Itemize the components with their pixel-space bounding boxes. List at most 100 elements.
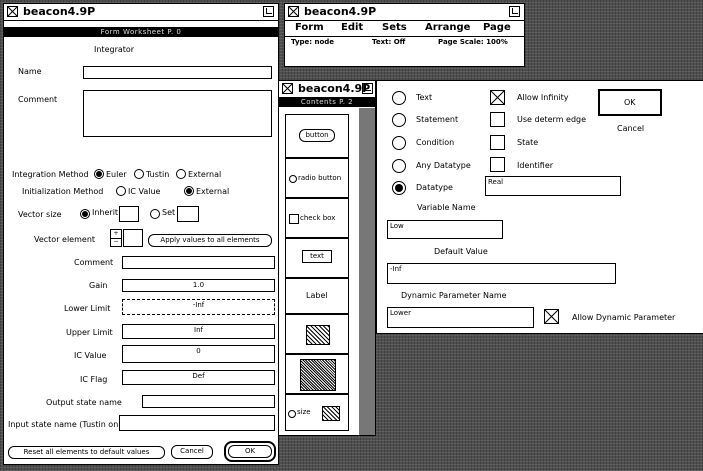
- edit-window-titlebar[interactable]: beacon4.9P: [285, 4, 524, 21]
- palette-window-titlebar[interactable]: beacon4.9P: [279, 81, 375, 98]
- inherit-radio[interactable]: [80, 209, 90, 219]
- resize-icon[interactable]: [263, 6, 274, 17]
- datatype-radio-text[interactable]: [392, 91, 406, 105]
- close-icon[interactable]: [288, 6, 299, 17]
- stepper-down-icon[interactable]: −: [111, 238, 121, 246]
- palette-window: beacon4.9P Contents P. 2 button radio bu…: [278, 80, 376, 436]
- properties-ok-button[interactable]: OK: [624, 98, 636, 107]
- ok-button-frame[interactable]: OK: [598, 89, 662, 116]
- ok-button[interactable]: OK: [228, 445, 272, 458]
- datatype-radio-datatype[interactable]: [392, 181, 406, 195]
- palette-item-radio[interactable]: radio button: [285, 158, 349, 198]
- menu-sets[interactable]: Sets: [382, 22, 407, 33]
- page-scale-status: Page Scale: 100%: [438, 38, 508, 46]
- set-label: Set: [162, 208, 176, 217]
- close-icon[interactable]: [282, 83, 293, 94]
- cancel-button[interactable]: Cancel: [171, 445, 213, 459]
- palette-item-stepper[interactable]: [285, 314, 349, 354]
- palette-item-text[interactable]: text: [285, 238, 349, 278]
- tustin-radio[interactable]: [134, 169, 144, 179]
- menu-arrange[interactable]: Arrange: [425, 22, 470, 33]
- state-label: State: [517, 138, 539, 147]
- palette-radio-label: radio button: [298, 174, 342, 182]
- ic-flag-field[interactable]: Def: [122, 370, 275, 385]
- upper-limit-field[interactable]: Inf: [122, 324, 275, 339]
- ic-value-field[interactable]: 0: [122, 345, 275, 363]
- identifier-label: Identifier: [517, 161, 554, 170]
- dynamic-param-value: Lower: [390, 309, 411, 317]
- close-icon[interactable]: [7, 6, 18, 17]
- input-state-field[interactable]: [119, 415, 275, 431]
- use-determ-edge-label: Use determ edge: [517, 115, 587, 124]
- checkmark-x-icon: [491, 91, 504, 104]
- menu-bar: Form Edit Sets Arrange Page: [285, 20, 524, 37]
- form-worksheet-window: beacon4.9P Form Worksheet P. 0 Integrato…: [3, 3, 279, 465]
- form-window-titlebar[interactable]: beacon4.9P: [4, 4, 278, 21]
- init-method-label: Initialization Method: [22, 187, 104, 196]
- apply-all-button[interactable]: Apply values to all elements: [148, 234, 272, 247]
- ic-value-option-label: IC Value: [128, 187, 161, 196]
- vector-element-field[interactable]: [123, 229, 143, 247]
- stepper-widget-icon: [306, 325, 330, 345]
- dynamic-param-field[interactable]: Lower: [387, 307, 534, 328]
- name-label: Name: [18, 67, 42, 76]
- status-bar: Type: node Text: Off Page Scale: 100%: [285, 37, 524, 49]
- palette-item-label[interactable]: Label: [285, 278, 349, 314]
- identifier-checkbox[interactable]: [490, 157, 505, 172]
- palette-item-button[interactable]: button: [285, 114, 349, 158]
- datatype-radio-statement[interactable]: [392, 113, 406, 127]
- external-init-radio[interactable]: [184, 186, 194, 196]
- type-status: Type: node: [291, 38, 335, 46]
- comment-label: Comment: [18, 95, 58, 104]
- set-size-field[interactable]: [177, 206, 199, 222]
- contents-banner: Contents P. 2: [279, 97, 375, 107]
- resize-icon[interactable]: [509, 6, 520, 17]
- output-state-field[interactable]: [142, 395, 275, 408]
- dynamic-param-label: Dynamic Parameter Name: [401, 291, 507, 300]
- euler-radio[interactable]: [94, 169, 104, 179]
- window-title: beacon4.9P: [304, 5, 377, 18]
- menu-form[interactable]: Form: [295, 22, 324, 33]
- external-integration-radio[interactable]: [176, 169, 186, 179]
- row-label-upper-limit: Upper Limit: [66, 328, 113, 337]
- lower-limit-field[interactable]: -Inf: [122, 299, 275, 315]
- external-init-label: External: [196, 187, 230, 196]
- state-checkbox[interactable]: [490, 135, 505, 150]
- name-field[interactable]: [83, 66, 272, 79]
- inherit-size-field[interactable]: [119, 206, 139, 222]
- palette-item-checkbox[interactable]: check box: [285, 198, 349, 238]
- palette-size-label: size: [297, 408, 311, 416]
- palette-scroll-track[interactable]: [359, 108, 375, 435]
- datatype-radio-condition[interactable]: [392, 136, 406, 150]
- datatype-field[interactable]: Real: [485, 176, 621, 196]
- allow-infinity-checkbox[interactable]: [490, 90, 505, 105]
- variable-name-label: Variable Name: [417, 203, 476, 212]
- menu-page[interactable]: Page: [483, 22, 511, 33]
- external-integration-label: External: [188, 170, 222, 179]
- panel-widget-icon: [300, 359, 336, 391]
- inherit-label: Inherit: [92, 208, 119, 217]
- datatype-radio-any[interactable]: [392, 159, 406, 173]
- vector-element-stepper[interactable]: + −: [110, 229, 122, 247]
- allow-dynamic-param-checkbox[interactable]: [544, 309, 559, 324]
- edit-window: beacon4.9P Form Edit Sets Arrange Page T…: [284, 3, 525, 67]
- set-radio[interactable]: [150, 209, 160, 219]
- resize-icon[interactable]: [362, 83, 373, 94]
- palette-item-panel[interactable]: [285, 354, 349, 394]
- window-title: beacon4.9P: [23, 5, 96, 18]
- default-value-field[interactable]: -Inf: [387, 263, 616, 284]
- ic-value-radio[interactable]: [116, 186, 126, 196]
- palette-checkbox-icon: [289, 214, 299, 224]
- variable-name-field[interactable]: Low: [387, 220, 503, 239]
- gain-field[interactable]: 1.0: [122, 279, 275, 292]
- comment-textarea[interactable]: [83, 90, 272, 137]
- use-determ-edge-checkbox[interactable]: [490, 112, 505, 127]
- reset-defaults-button[interactable]: Reset all elements to default values: [8, 446, 165, 459]
- menu-edit[interactable]: Edit: [341, 22, 363, 33]
- ok-button-frame[interactable]: OK: [224, 441, 276, 462]
- allow-infinity-label: Allow Infinity: [517, 93, 569, 102]
- palette-item-size[interactable]: size: [285, 394, 349, 431]
- row-comment-field[interactable]: [122, 256, 275, 269]
- properties-cancel-button[interactable]: Cancel: [617, 124, 644, 133]
- datatype-label-any: Any Datatype: [416, 161, 471, 170]
